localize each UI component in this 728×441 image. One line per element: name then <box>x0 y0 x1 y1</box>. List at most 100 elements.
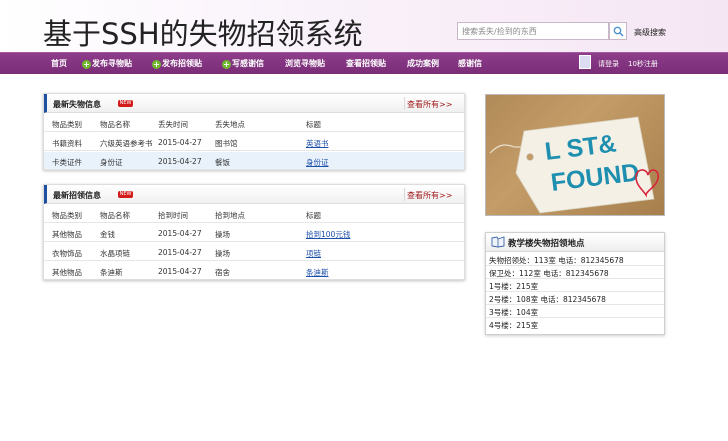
lost-items-panel: 最新失物信息 NEW 查看所有>> 物品类别 物品名称 丢失时间 丢失地点 标题… <box>43 93 465 170</box>
nav-item-home[interactable]: 首页 <box>51 58 67 69</box>
location-text: 保卫处：112室 电话：812345678 <box>489 269 609 278</box>
search-button[interactable] <box>609 22 627 40</box>
item-location: 宿舍 <box>215 268 230 277</box>
nav-item-post-lost[interactable]: + 发布寻物贴 <box>82 58 132 69</box>
location-text: 1号楼：215室 <box>489 282 539 291</box>
search-icon <box>613 26 624 37</box>
item-name: 金钱 <box>100 230 115 239</box>
location-line: 2号楼：108室 电话：812345678 <box>486 292 664 305</box>
view-all-found-link[interactable]: 查看所有>> <box>407 190 452 201</box>
item-title-link[interactable]: 身份证 <box>306 157 329 168</box>
lost-found-tag-graphic: L ST& FOUND <box>489 116 660 214</box>
item-location: 餐饭 <box>215 158 230 167</box>
item-title-link[interactable]: 拾到100元钱 <box>306 229 350 240</box>
nav-label: 查看招领贴 <box>346 59 386 68</box>
user-avatar <box>579 55 591 69</box>
panel-title: 最新失物信息 <box>53 100 101 109</box>
column-header: 标题 <box>306 120 321 129</box>
column-header: 拾到地点 <box>215 211 245 220</box>
table-row[interactable]: 其他物品 条迪斯 2015-04-27 宿舍 条迪斯 <box>44 262 464 280</box>
new-badge: NEW <box>118 100 133 107</box>
new-badge: NEW <box>118 191 133 198</box>
nav-item-thanks-letters[interactable]: 感谢信 <box>458 58 482 69</box>
advanced-search-link[interactable]: 高级搜索 <box>634 27 666 38</box>
info-title: 教学楼失物招领地点 <box>508 239 585 249</box>
divider <box>404 97 405 110</box>
location-text: 2号楼：108室 电话：812345678 <box>489 295 606 304</box>
item-name: 六级英语参考书 <box>100 139 153 148</box>
nav-label: 首页 <box>51 59 67 68</box>
item-location: 图书馆 <box>215 139 238 148</box>
site-title: 基于SSH的失物招领系统 <box>43 17 363 51</box>
location-text: 3号楼：104室 <box>489 308 539 317</box>
nav-item-success-cases[interactable]: 成功案例 <box>407 58 439 69</box>
nav-item-browse-lost[interactable]: 浏览寻物贴 <box>285 58 325 69</box>
column-header: 丢失地点 <box>215 120 245 129</box>
item-date: 2015-04-27 <box>158 157 202 166</box>
location-text: 4号楼：215室 <box>489 321 539 330</box>
location-text: 失物招领处：113室 电话：812345678 <box>489 256 624 265</box>
item-category: 衣物饰品 <box>52 249 82 258</box>
column-header: 丢失时间 <box>158 120 188 129</box>
site-header: 基于SSH的失物招领系统 搜索丢失/捡到的东西 高级搜索 <box>0 0 728 52</box>
item-category: 其他物品 <box>52 268 82 277</box>
plus-icon: + <box>222 60 231 69</box>
table-row[interactable]: 其他物品 金钱 2015-04-27 操场 拾到100元钱 <box>44 224 464 242</box>
table-row[interactable]: 衣物饰品 水晶项链 2015-04-27 操场 项链 <box>44 243 464 261</box>
view-all-lost-link[interactable]: 查看所有>> <box>407 99 452 110</box>
nav-label: 发布招领贴 <box>162 59 202 68</box>
location-line: 保卫处：112室 电话：812345678 <box>486 266 664 279</box>
table-row[interactable]: 书籍资料 六级英语参考书 2015-04-27 图书馆 英语书 <box>44 133 464 151</box>
item-location: 操场 <box>215 230 230 239</box>
item-title-link[interactable]: 英语书 <box>306 138 329 149</box>
location-line: 失物招领处：113室 电话：812345678 <box>486 253 664 266</box>
panel-title: 最新招领信息 <box>53 191 101 200</box>
panel-header: 最新失物信息 NEW 查看所有>> <box>44 94 464 113</box>
location-line: 1号楼：215室 <box>486 279 664 292</box>
item-title-link[interactable]: 条迪斯 <box>306 267 329 278</box>
plus-icon: + <box>152 60 161 69</box>
item-name: 条迪斯 <box>100 268 123 277</box>
info-header: 教学楼失物招领地点 <box>486 233 664 252</box>
nav-item-post-found[interactable]: + 发布招领贴 <box>152 58 202 69</box>
item-category: 卡类证件 <box>52 158 82 167</box>
column-header: 物品类别 <box>52 120 82 129</box>
column-header: 物品名称 <box>100 211 130 220</box>
item-date: 2015-04-27 <box>158 138 202 147</box>
nav-label: 感谢信 <box>458 59 482 68</box>
lost-found-locations-box: 教学楼失物招领地点 失物招领处：113室 电话：812345678 保卫处：11… <box>485 232 665 335</box>
login-link[interactable]: 请登录 <box>598 59 619 69</box>
nav-label: 浏览寻物贴 <box>285 59 325 68</box>
lost-and-found-image: L ST& FOUND <box>485 94 665 216</box>
panel-header: 最新招领信息 NEW 查看所有>> <box>44 185 464 204</box>
item-title-link[interactable]: 项链 <box>306 248 321 259</box>
nav-item-view-found[interactable]: 查看招领贴 <box>346 58 386 69</box>
item-category: 其他物品 <box>52 230 82 239</box>
nav-label: 写感谢信 <box>232 59 264 68</box>
location-line: 4号楼：215室 <box>486 318 664 331</box>
found-items-panel: 最新招领信息 NEW 查看所有>> 物品类别 物品名称 拾到时间 拾到地点 标题… <box>43 184 465 280</box>
item-name: 水晶项链 <box>100 249 130 258</box>
nav-label: 发布寻物贴 <box>92 59 132 68</box>
plus-icon: + <box>82 60 91 69</box>
item-date: 2015-04-27 <box>158 229 202 238</box>
location-line: 3号楼：104室 <box>486 305 664 318</box>
search-input[interactable]: 搜索丢失/捡到的东西 <box>457 22 609 40</box>
column-header: 拾到时间 <box>158 211 188 220</box>
column-header: 标题 <box>306 211 321 220</box>
item-date: 2015-04-27 <box>158 248 202 257</box>
table-header-row: 物品类别 物品名称 拾到时间 拾到地点 标题 <box>44 205 464 223</box>
table-header-row: 物品类别 物品名称 丢失时间 丢失地点 标题 <box>44 114 464 132</box>
item-name: 身份证 <box>100 158 123 167</box>
register-link[interactable]: 10秒注册 <box>628 59 658 69</box>
column-header: 物品类别 <box>52 211 82 220</box>
column-header: 物品名称 <box>100 120 130 129</box>
table-row[interactable]: 卡类证件 身份证 2015-04-27 餐饭 身份证 <box>44 152 464 170</box>
nav-label: 成功案例 <box>407 59 439 68</box>
divider <box>404 188 405 201</box>
item-category: 书籍资料 <box>52 139 82 148</box>
nav-item-write-thanks[interactable]: + 写感谢信 <box>222 58 264 69</box>
book-icon <box>491 236 505 248</box>
item-location: 操场 <box>215 249 230 258</box>
item-date: 2015-04-27 <box>158 267 202 276</box>
